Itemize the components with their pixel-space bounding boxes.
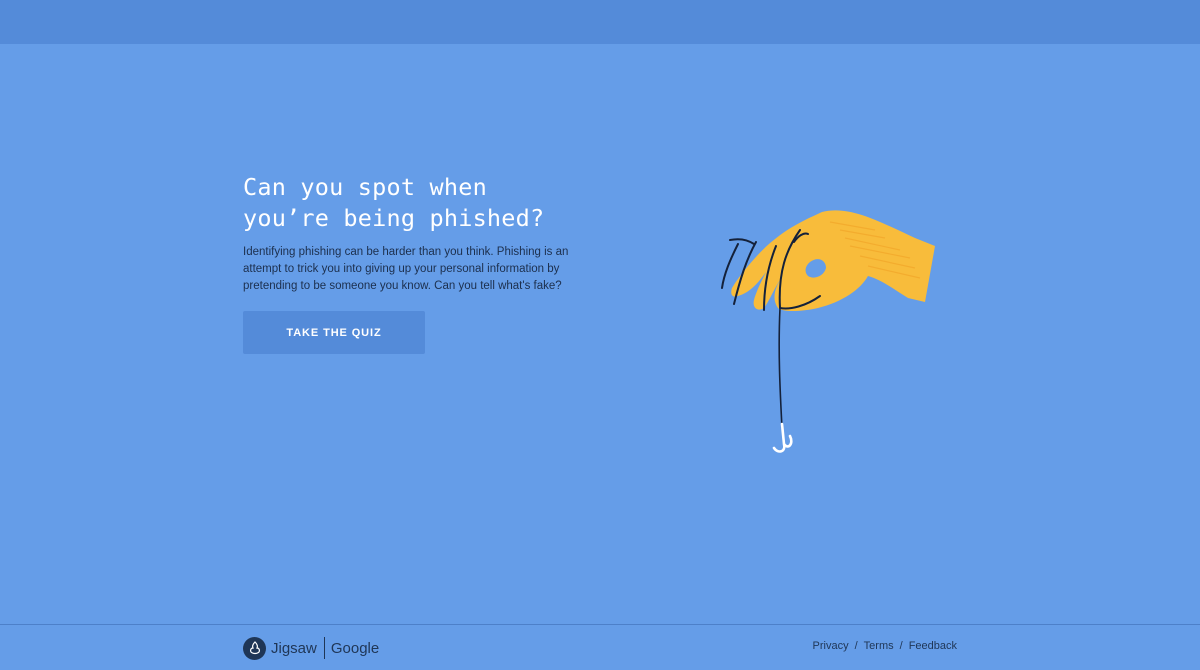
hero-title-line-2: you’re being phished? [243,204,545,232]
footer-links: Privacy / Terms / Feedback [813,640,957,652]
privacy-link[interactable]: Privacy [813,640,849,652]
hero-title: Can you spot when you’re being phished? [243,172,583,234]
top-bar [0,0,1200,44]
terms-link[interactable]: Terms [864,640,894,652]
take-quiz-button[interactable]: TAKE THE QUIZ [243,311,425,354]
feedback-link[interactable]: Feedback [909,640,957,652]
brand-lockup[interactable]: Jigsaw Google [243,636,379,660]
hand-hook-illustration [721,210,935,453]
brand-divider [323,637,325,659]
fishing-hook-icon [772,422,793,453]
link-separator: / [854,640,858,652]
jigsaw-logo-icon [243,636,266,660]
hero-title-line-1: Can you spot when [243,173,487,201]
hero-section: Can you spot when you’re being phished? … [243,172,583,295]
hero-description: Identifying phishing can be harder than … [243,246,569,292]
footer: Jigsaw Google Privacy / Terms / Feedback [0,625,1200,670]
link-separator: / [899,640,903,652]
fishing-line [778,307,783,429]
brand-jigsaw-label: Jigsaw [271,639,317,657]
brand-google-label: Google [330,639,380,657]
